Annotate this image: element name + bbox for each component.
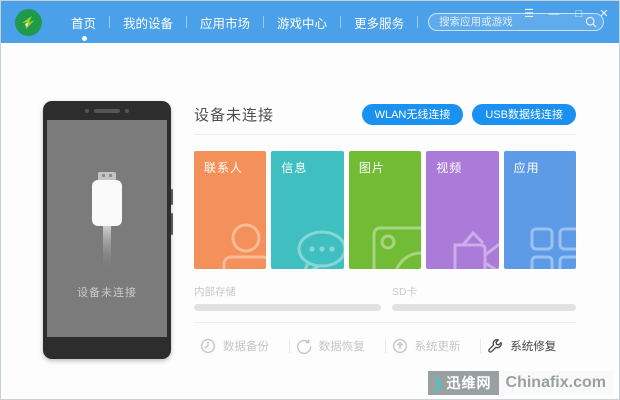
internal-storage-bar [194,304,381,311]
tile-videos[interactable]: 视频 [426,151,499,269]
category-tiles: 联系人 信息 图片 视频 应用 [194,151,577,269]
phone-earpiece [43,109,171,113]
action-label: 系统更新 [414,341,461,353]
nav-item-app-market[interactable]: 应用市场 [187,1,263,43]
tile-pictures[interactable]: 图片 [348,151,422,269]
action-label: 系统修复 [510,341,557,353]
app-window: 首页 我的设备 应用市场 游戏中心 更多服务 ☰ — □ ✕ [0,0,620,400]
storage-section: 内部存储 SD卡 [194,284,576,311]
action-system-update[interactable]: 系统更新 [386,338,481,354]
update-icon [392,338,407,354]
window-controls: ☰ — □ ✕ [522,7,611,21]
usb-cable-icon [92,172,122,272]
nav-item-my-device[interactable]: 我的设备 [110,1,186,43]
watermark-badge: ❯ 迅维网 [427,371,499,395]
internal-storage: 内部存储 [194,284,381,311]
tile-label: 图片 [358,161,385,175]
tile-label: 应用 [513,161,540,175]
phone-side-button [171,189,173,205]
maximize-icon[interactable]: □ [572,7,586,21]
top-nav-bar: 首页 我的设备 应用市场 游戏中心 更多服务 ☰ — □ ✕ [1,1,619,43]
action-data-backup[interactable]: 数据备份 [194,338,289,354]
minimize-icon[interactable]: — [547,7,561,21]
watermark-domain: Chinafix.com [498,371,613,395]
phone-side-button [171,213,173,235]
contact-icon [222,223,267,269]
nav-item-more-services[interactable]: 更多服务 [341,1,417,43]
tile-messages[interactable]: 信息 [271,151,344,269]
restore-icon [296,339,311,354]
main-panel: 设备未连接 WLAN无线连接 USB数据线连接 联系人 信息 图片 视频 应用 … [194,101,577,357]
repair-icon [488,339,503,353]
tile-apps[interactable]: 应用 [503,151,577,269]
storage-label: SD卡 [392,286,418,298]
picture-icon [372,226,422,269]
usb-connect-button[interactable]: USB数据线连接 [472,103,576,125]
section-divider [194,322,576,323]
watermark-site-name: 迅维网 [446,375,492,391]
wlan-connect-button[interactable]: WLAN无线连接 [361,103,464,125]
phone-screen: 设备未连接 [47,120,167,337]
message-icon [297,230,344,269]
backup-icon [200,338,216,354]
close-icon[interactable]: ✕ [597,7,611,21]
tile-label: 联系人 [204,161,244,175]
phone-status-text: 设备未连接 [77,287,137,299]
main-nav: 首页 我的设备 应用市场 游戏中心 更多服务 [58,1,419,43]
actions-row: 数据备份 数据恢复 系统更新 系统修复 [194,335,576,357]
chevron-icon: ❯ [432,375,444,391]
video-icon [453,230,499,269]
action-data-restore[interactable]: 数据恢复 [290,338,385,354]
nav-divider [417,16,419,28]
nav-item-home[interactable]: 首页 [58,1,109,43]
nav-item-game-center[interactable]: 游戏中心 [264,1,340,43]
title-divider [194,134,576,135]
action-label: 数据备份 [223,341,269,353]
action-system-repair[interactable]: 系统修复 [481,338,576,354]
phone-illustration: 设备未连接 [43,101,173,359]
sd-card-storage: SD卡 [392,284,576,311]
storage-label: 内部存储 [194,286,236,298]
action-label: 数据恢复 [318,341,365,353]
tile-label: 信息 [281,161,308,175]
menu-icon[interactable]: ☰ [522,7,536,21]
tile-contacts[interactable]: 联系人 [194,151,267,269]
apps-icon [530,227,577,269]
app-logo-icon[interactable] [15,8,42,36]
watermark: ❯ 迅维网 Chinafix.com [427,371,613,395]
page-title: 设备未连接 [194,106,275,124]
sd-card-storage-bar [392,304,576,311]
tile-label: 视频 [436,161,463,175]
